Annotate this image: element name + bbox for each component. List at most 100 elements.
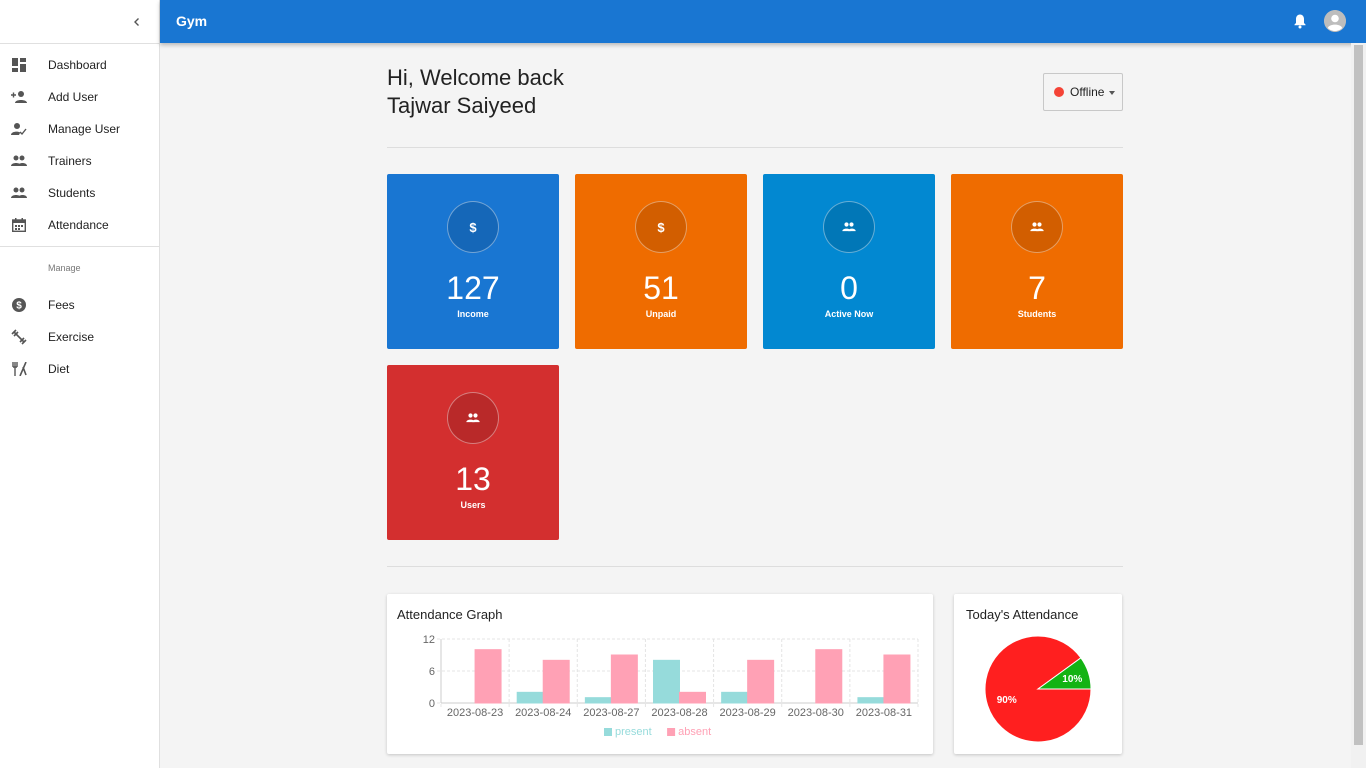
stat-label: Users (460, 500, 486, 510)
stat-card-students[interactable]: 7 Students (951, 174, 1123, 349)
group-icon (823, 201, 875, 253)
stat-value: 13 (455, 461, 491, 497)
group-icon (0, 155, 48, 167)
account-avatar-button[interactable] (1324, 10, 1346, 32)
dollar-icon: $ (635, 201, 687, 253)
sidebar-item-trainers[interactable]: Trainers (0, 145, 159, 177)
group-icon (0, 187, 48, 199)
stat-value: 0 (840, 270, 858, 306)
x-tick-label: 2023-08-30 (788, 707, 844, 719)
caret-down-icon (1109, 91, 1116, 95)
y-tick-label: 6 (429, 666, 435, 678)
stat-card-unpaid[interactable]: $ 51 Unpaid (575, 174, 747, 349)
sidebar-item-label: Trainers (48, 154, 92, 168)
stat-value: 127 (446, 270, 500, 306)
sidebar-item-exercise[interactable]: Exercise (0, 321, 159, 353)
bar-absent (815, 649, 843, 704)
scrollbar-thumb[interactable] (1354, 45, 1363, 745)
y-tick-label: 0 (429, 698, 435, 710)
notifications-button[interactable] (1292, 13, 1308, 29)
dollar-icon: $ (447, 201, 499, 253)
legend-swatch (667, 728, 676, 736)
stat-value: 7 (1028, 270, 1046, 306)
stat-label: Students (1017, 309, 1057, 319)
stat-card-users[interactable]: 13 Users (387, 365, 559, 540)
sidebar: Dashboard Add User Manage User Trainers … (0, 0, 160, 768)
dashboard-icon (0, 58, 48, 72)
legend-label: present (615, 726, 652, 738)
bar-absent (542, 659, 570, 704)
sidebar-item-label: Fees (48, 298, 75, 312)
bar-present (653, 659, 680, 704)
bar-present (584, 697, 612, 704)
x-tick-label: 2023-08-31 (856, 707, 912, 719)
bar-absent (747, 659, 775, 704)
todays-attendance-pie-chart: 90% 10% (984, 635, 1092, 743)
legend-swatch (604, 728, 612, 736)
welcome-greeting: Hi, Welcome back Tajwar Saiyeed (387, 64, 564, 120)
stat-card-active-now[interactable]: 0 Active Now (763, 174, 935, 349)
sidebar-item-dashboard[interactable]: Dashboard (0, 49, 159, 81)
bar-present (857, 697, 885, 704)
stat-label: Active Now (824, 309, 874, 319)
manage-nav: $ Fees Exercise Diet (0, 289, 159, 385)
legend-label: absent (678, 726, 711, 738)
person-add-icon (0, 90, 48, 104)
status-label: Offline (1070, 85, 1105, 99)
sidebar-item-students[interactable]: Students (0, 177, 159, 209)
restaurant-icon (0, 362, 48, 376)
sidebar-item-manage-user[interactable]: Manage User (0, 113, 159, 145)
person-check-icon (0, 122, 48, 136)
bar-present (516, 691, 544, 704)
sidebar-item-diet[interactable]: Diet (0, 353, 159, 385)
sidebar-item-attendance[interactable]: Attendance (0, 209, 159, 241)
sidebar-item-label: Diet (48, 362, 70, 376)
x-tick-label: 2023-08-29 (720, 707, 776, 719)
bar-absent (679, 691, 706, 704)
user-name: Tajwar Saiyeed (387, 93, 537, 118)
attendance-graph-panel: Attendance Graph 0 6 12 2023-08-23 2023-08-2… (387, 594, 933, 754)
sidebar-item-fees[interactable]: $ Fees (0, 289, 159, 321)
fitness-icon (0, 329, 48, 345)
bar-present (721, 691, 749, 704)
attendance-bar-chart: 0 6 12 2023-08-23 2023-08-24 2023-08-27 2023-0… (423, 634, 919, 738)
sidebar-item-label: Manage User (48, 122, 121, 136)
divider (387, 147, 1123, 148)
sidebar-item-label: Dashboard (48, 58, 107, 72)
chevron-left-icon (134, 18, 139, 26)
stat-label: Unpaid (645, 309, 677, 319)
divider (387, 566, 1123, 567)
status-indicator-dot (1054, 87, 1064, 97)
stat-value: 51 (643, 270, 679, 306)
x-tick-label: 2023-08-24 (515, 707, 571, 719)
bar-absent (474, 649, 502, 704)
dollar-circle-icon: $ (0, 298, 48, 312)
calendar-icon (0, 218, 48, 232)
bell-icon (1294, 14, 1306, 29)
page-scrollbar[interactable] (1351, 43, 1366, 768)
collapse-sidebar-button[interactable] (127, 12, 147, 32)
account-circle-icon (1324, 10, 1346, 32)
sidebar-item-label: Exercise (48, 330, 95, 344)
stat-card-income[interactable]: $ 127 Income (387, 174, 559, 349)
group-icon (1011, 201, 1063, 253)
y-tick-label: 12 (423, 634, 435, 646)
x-tick-label: 2023-08-23 (447, 707, 503, 719)
sidebar-item-label: Students (48, 186, 96, 200)
pie-slice-label: 10% (1062, 674, 1082, 685)
app-title: Gym (176, 13, 208, 29)
x-tick-label: 2023-08-28 (651, 707, 707, 719)
todays-attendance-panel: Today's Attendance 90% 10% (954, 594, 1122, 754)
manage-section-label: Manage (48, 263, 81, 273)
greeting-line: Hi, Welcome back (387, 65, 564, 90)
pie-slice-label: 90% (997, 695, 1017, 706)
sidebar-header (0, 0, 159, 44)
status-dropdown[interactable]: Offline (1043, 73, 1123, 111)
sidebar-item-label: Add User (48, 90, 99, 104)
svg-text:$: $ (16, 301, 22, 312)
sidebar-item-add-user[interactable]: Add User (0, 81, 159, 113)
sidebar-item-label: Attendance (48, 218, 109, 232)
app-bar: Gym (160, 0, 1366, 43)
bar-absent (610, 654, 638, 704)
stat-label: Income (457, 309, 489, 319)
